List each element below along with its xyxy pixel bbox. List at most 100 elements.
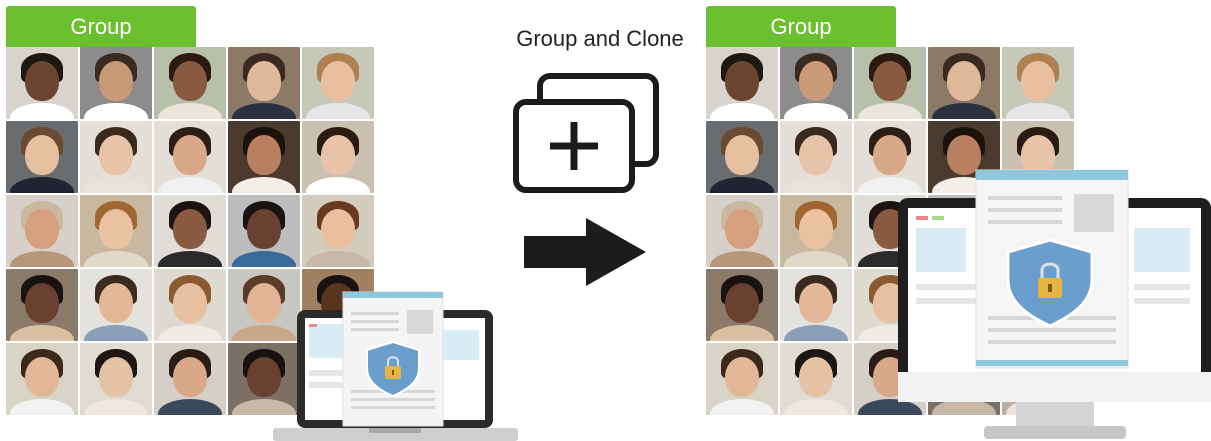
- face-body: [84, 251, 148, 267]
- face-head: [799, 283, 833, 323]
- face-tile: [928, 47, 1000, 119]
- clone-icon: [513, 73, 659, 193]
- face-tile: [780, 269, 852, 341]
- face-body: [784, 103, 848, 119]
- face-head: [725, 135, 759, 175]
- face-body: [10, 399, 74, 415]
- face-body: [158, 177, 222, 193]
- face-body: [784, 177, 848, 193]
- face-head: [725, 61, 759, 101]
- face-head: [799, 61, 833, 101]
- face-body: [84, 325, 148, 341]
- face-head: [247, 209, 281, 249]
- face-body: [158, 103, 222, 119]
- face-body: [1006, 103, 1070, 119]
- laptop-icon: [273, 291, 518, 441]
- face-tile: [780, 47, 852, 119]
- group-label-left: Group: [6, 6, 196, 47]
- face-body: [710, 103, 774, 119]
- face-tile: [154, 343, 226, 415]
- face-body: [710, 251, 774, 267]
- face-body: [232, 251, 296, 267]
- face-tile: [706, 269, 778, 341]
- face-tile: [6, 195, 78, 267]
- face-head: [173, 61, 207, 101]
- face-tile: [154, 47, 226, 119]
- face-body: [158, 399, 222, 415]
- face-tile: [706, 343, 778, 415]
- face-head: [725, 209, 759, 249]
- face-tile: [302, 121, 374, 193]
- face-tile: [80, 121, 152, 193]
- face-head: [799, 135, 833, 175]
- face-body: [10, 103, 74, 119]
- face-tile: [154, 121, 226, 193]
- face-body: [84, 103, 148, 119]
- face-head: [99, 209, 133, 249]
- face-head: [799, 209, 833, 249]
- face-head: [173, 135, 207, 175]
- face-head: [799, 357, 833, 397]
- face-head: [173, 283, 207, 323]
- face-tile: [780, 195, 852, 267]
- face-tile: [228, 195, 300, 267]
- face-body: [232, 177, 296, 193]
- face-body: [10, 325, 74, 341]
- face-tile: [302, 47, 374, 119]
- face-head: [247, 61, 281, 101]
- face-body: [10, 177, 74, 193]
- face-head: [25, 135, 59, 175]
- face-body: [710, 399, 774, 415]
- face-tile: [780, 343, 852, 415]
- face-body: [784, 251, 848, 267]
- face-body: [84, 399, 148, 415]
- face-head: [873, 61, 907, 101]
- face-body: [710, 325, 774, 341]
- face-body: [84, 177, 148, 193]
- face-tile: [302, 195, 374, 267]
- face-head: [25, 357, 59, 397]
- group-label-right: Group: [706, 6, 896, 47]
- face-tile: [1002, 47, 1074, 119]
- face-head: [25, 283, 59, 323]
- face-tile: [6, 269, 78, 341]
- face-head: [173, 357, 207, 397]
- group-and-clone-title: Group and Clone: [516, 26, 684, 51]
- face-body: [306, 251, 370, 267]
- face-tile: [80, 195, 152, 267]
- face-tile: [854, 47, 926, 119]
- face-head: [725, 357, 759, 397]
- face-head: [947, 61, 981, 101]
- face-head: [99, 283, 133, 323]
- face-head: [99, 357, 133, 397]
- face-body: [784, 399, 848, 415]
- face-tile: [154, 195, 226, 267]
- face-tile: [780, 121, 852, 193]
- face-tile: [228, 47, 300, 119]
- face-head: [321, 135, 355, 175]
- face-head: [321, 61, 355, 101]
- face-tile: [80, 269, 152, 341]
- face-tile: [6, 47, 78, 119]
- face-body: [306, 103, 370, 119]
- face-body: [158, 251, 222, 267]
- face-tile: [80, 343, 152, 415]
- face-body: [306, 177, 370, 193]
- face-head: [99, 135, 133, 175]
- face-head: [725, 283, 759, 323]
- face-tile: [706, 195, 778, 267]
- face-tile: [706, 47, 778, 119]
- arrow-right-icon: [524, 218, 646, 286]
- face-body: [10, 251, 74, 267]
- face-tile: [6, 343, 78, 415]
- face-body: [710, 177, 774, 193]
- face-body: [158, 325, 222, 341]
- face-tile: [6, 121, 78, 193]
- face-tile: [228, 121, 300, 193]
- face-head: [321, 209, 355, 249]
- face-head: [247, 135, 281, 175]
- face-tile: [706, 121, 778, 193]
- face-body: [784, 325, 848, 341]
- face-head: [25, 61, 59, 101]
- face-head: [173, 209, 207, 249]
